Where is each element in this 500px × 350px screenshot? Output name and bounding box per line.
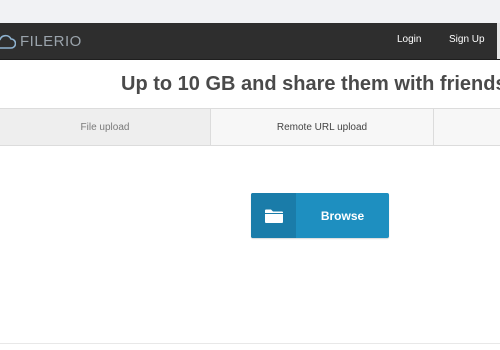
tab-remote-url-upload-label: Remote URL upload [276,121,368,133]
tab-file-upload[interactable]: File upload [0,109,210,145]
tab-remote-url-upload[interactable]: Remote URL upload [210,109,433,145]
tab-file-upload-label: File upload [80,121,130,133]
top-navbar: FILERIO Login Sign Up [0,23,500,60]
page-headline: Up to 10 GB and share them with friends [121,73,500,95]
tab-extra[interactable] [433,109,500,145]
login-link[interactable]: Login [397,34,421,45]
logo-text: FILERIO [20,32,82,50]
cloud-icon [0,34,16,49]
browse-label: Browse [320,208,365,223]
folder-icon [264,209,283,223]
browse-button[interactable]: Browse [251,193,389,238]
signup-link[interactable]: Sign Up [449,34,485,45]
browser-top-strip [0,0,500,23]
browse-icon-box [251,193,296,238]
upload-tabs: File upload Remote URL upload [0,108,500,146]
site-logo[interactable]: FILERIO [0,30,82,52]
bottom-divider [0,343,500,344]
